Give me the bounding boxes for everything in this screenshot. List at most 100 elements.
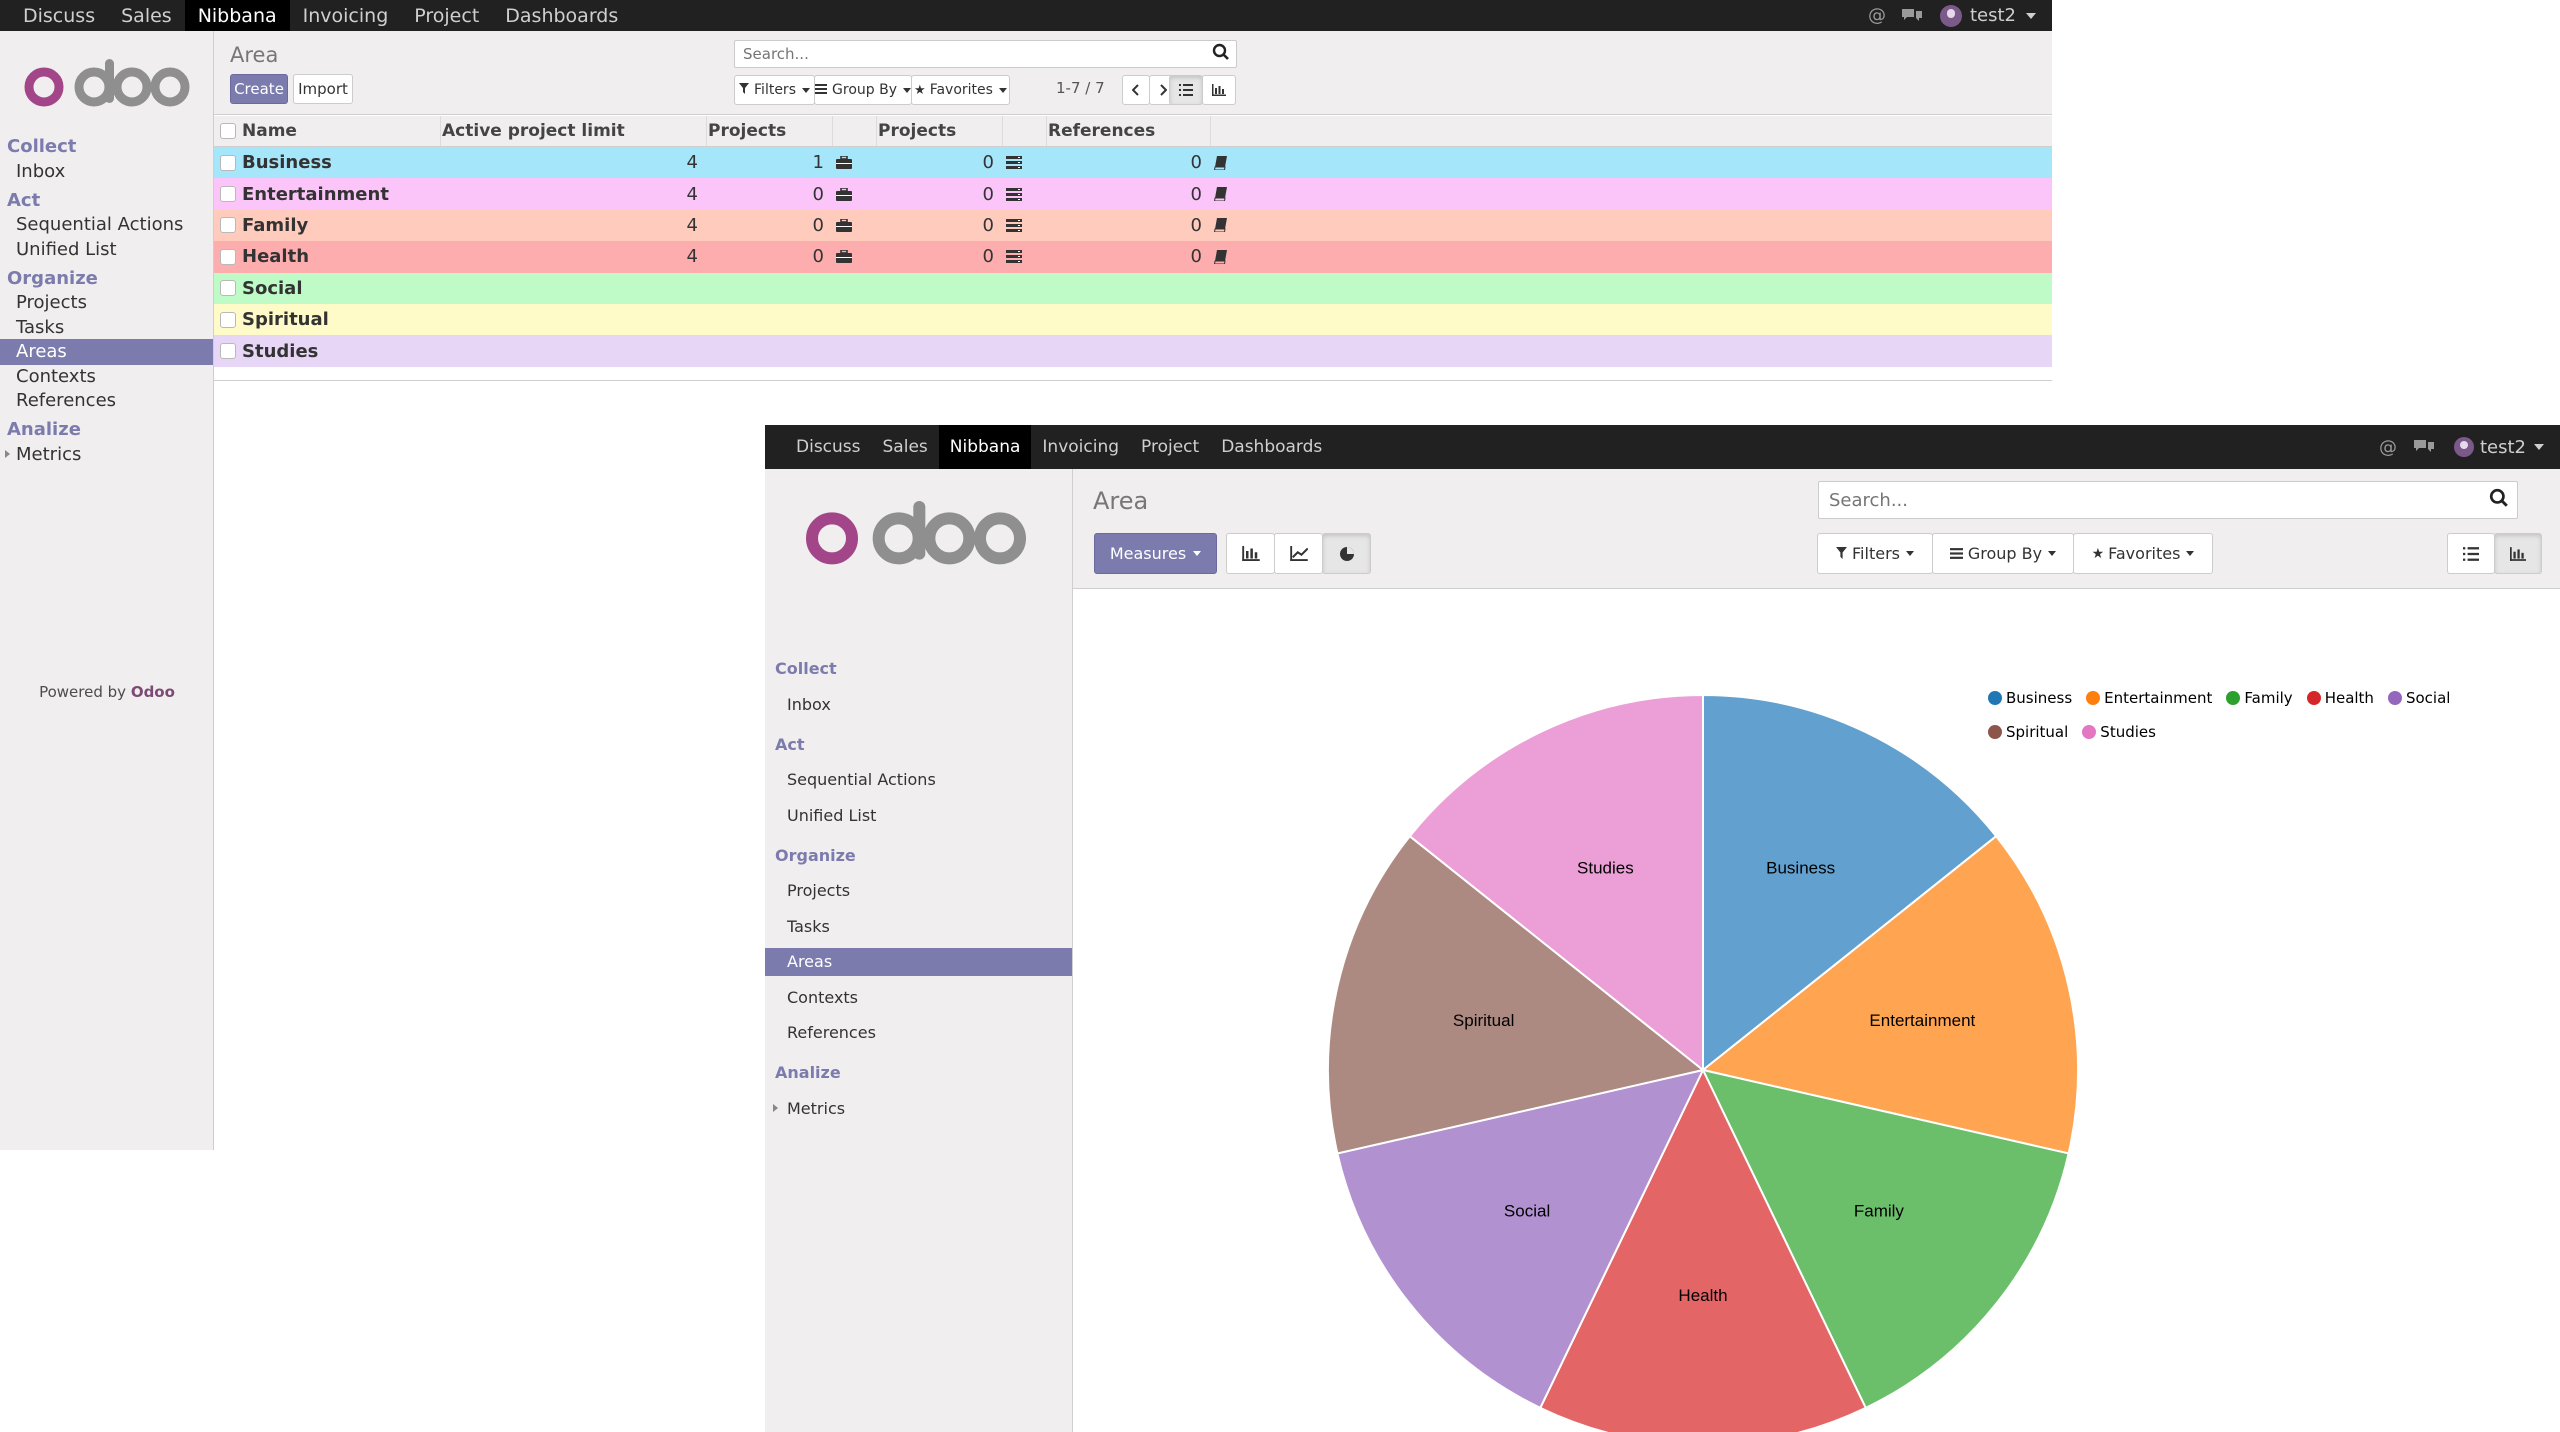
- server-icon[interactable]: [1006, 210, 1050, 241]
- powered-by-brand[interactable]: Odoo: [131, 683, 175, 701]
- server-icon[interactable]: [1006, 147, 1050, 178]
- book-icon[interactable]: [1214, 210, 1254, 241]
- group-by-button[interactable]: Group By: [1932, 533, 2074, 574]
- user-menu[interactable]: test2: [2453, 437, 2544, 458]
- search-input[interactable]: [1829, 489, 2489, 511]
- graph-view-button[interactable]: [1202, 75, 1236, 105]
- slice-label: Social: [1504, 1201, 1550, 1220]
- book-icon[interactable]: [1214, 241, 1254, 272]
- user-menu[interactable]: test2: [1939, 4, 2036, 27]
- column-header[interactable]: Projects: [878, 116, 1000, 146]
- favorites-button[interactable]: ★ Favorites: [2073, 533, 2213, 574]
- menu-item-nibbana[interactable]: Nibbana: [184, 0, 290, 31]
- favorites-button[interactable]: ★ Favorites: [911, 75, 1010, 105]
- table-row[interactable]: Studies: [214, 335, 2052, 367]
- briefcase-icon[interactable]: [836, 241, 880, 272]
- menu-item-project[interactable]: Project: [401, 0, 492, 31]
- book-icon[interactable]: [1214, 178, 1254, 209]
- sidebar-item-areas[interactable]: Areas: [0, 338, 213, 365]
- menu-item-sales[interactable]: Sales: [108, 0, 185, 31]
- bar-chart-mode-button[interactable]: [1226, 533, 1275, 574]
- sidebar-item-contexts[interactable]: Contexts: [0, 363, 213, 389]
- menu-item-project[interactable]: Project: [1130, 425, 1210, 469]
- chevron-right-icon: [1160, 84, 1167, 96]
- menu-item-sales[interactable]: Sales: [872, 425, 939, 469]
- column-header[interactable]: Projects: [708, 116, 830, 146]
- sidebar-item-sequential-actions[interactable]: Sequential Actions: [0, 212, 213, 238]
- at-icon[interactable]: @: [2372, 437, 2404, 458]
- checkbox: [220, 154, 236, 171]
- column-header[interactable]: Name: [242, 116, 438, 146]
- menu-item-dashboards[interactable]: Dashboards: [492, 0, 631, 31]
- sidebar-item-unified-list[interactable]: Unified List: [0, 236, 213, 262]
- select-all-checkbox[interactable]: [220, 116, 236, 146]
- row-checkbox[interactable]: [220, 147, 236, 178]
- chat-icon[interactable]: [1894, 7, 1930, 25]
- table-row[interactable]: Social: [214, 272, 2052, 304]
- at-icon[interactable]: @: [1860, 5, 1894, 26]
- sidebar-item-tasks[interactable]: Tasks: [0, 314, 213, 340]
- book-icon[interactable]: [1214, 147, 1254, 178]
- column-header[interactable]: Active project limit: [442, 116, 704, 146]
- menu-item-dashboards[interactable]: Dashboards: [1210, 425, 1333, 469]
- sidebar-item-contexts[interactable]: Contexts: [765, 983, 1072, 1011]
- table-row[interactable]: Entertainment 4 0 0 0: [214, 178, 2052, 210]
- sidebar-item-metrics[interactable]: Metrics: [0, 441, 213, 467]
- measures-button[interactable]: Measures: [1094, 533, 1217, 574]
- line-chart-mode-button[interactable]: [1274, 533, 1323, 574]
- search-box: [734, 40, 1237, 68]
- search-icon[interactable]: [1212, 43, 1230, 65]
- sidebar-item-references[interactable]: References: [0, 388, 213, 414]
- menu-item-invoicing[interactable]: Invoicing: [1031, 425, 1130, 469]
- graph-content: Area Measures Search... Filters Group By…: [1073, 469, 2560, 1432]
- menu-item-discuss[interactable]: Discuss: [10, 0, 108, 31]
- server-icon[interactable]: [1006, 178, 1050, 209]
- menu-item-discuss[interactable]: Discuss: [785, 425, 872, 469]
- briefcase-icon[interactable]: [836, 210, 880, 241]
- row-checkbox[interactable]: [220, 273, 236, 304]
- row-checkbox[interactable]: [220, 241, 236, 272]
- sidebar-item-unified-list[interactable]: Unified List: [765, 801, 1072, 829]
- pie-chart-mode-button[interactable]: [1322, 533, 1371, 574]
- menu-item-nibbana[interactable]: Nibbana: [938, 425, 1032, 469]
- import-button[interactable]: Import: [293, 74, 353, 104]
- table-row[interactable]: Health 4 0 0 0: [214, 241, 2052, 273]
- chat-icon[interactable]: [2404, 438, 2444, 456]
- table-row[interactable]: Family 4 0 0 0: [214, 209, 2052, 242]
- row-checkbox[interactable]: [220, 304, 236, 335]
- row-checkbox[interactable]: [220, 178, 236, 209]
- row-checkbox[interactable]: [220, 335, 236, 366]
- pager-previous-button[interactable]: [1122, 75, 1150, 105]
- server-icon[interactable]: [1006, 241, 1050, 272]
- list-view-button[interactable]: [2447, 533, 2495, 574]
- sidebar-item-tasks[interactable]: Tasks: [765, 912, 1072, 940]
- table-row[interactable]: Spiritual: [214, 304, 2052, 336]
- sidebar-item-sequential-actions[interactable]: Sequential Actions: [765, 766, 1072, 794]
- filters-button[interactable]: Filters: [1817, 533, 1933, 574]
- column-header[interactable]: References: [1048, 116, 1248, 146]
- briefcase-icon[interactable]: [836, 178, 880, 209]
- chevron-down-icon: [801, 87, 810, 93]
- list-view-button[interactable]: [1169, 75, 1203, 105]
- odoo-logo: [798, 501, 1034, 581]
- menu-item-invoicing[interactable]: Invoicing: [290, 0, 402, 31]
- sidebar-item-inbox[interactable]: Inbox: [0, 158, 213, 184]
- group-by-button[interactable]: Group By: [814, 75, 912, 105]
- graph-view-button[interactable]: [2494, 533, 2542, 574]
- sidebar-item-projects[interactable]: Projects: [0, 290, 213, 316]
- create-button[interactable]: Create: [230, 74, 288, 104]
- briefcase-icon[interactable]: [836, 147, 880, 178]
- sidebar-item-projects[interactable]: Projects: [765, 877, 1072, 905]
- search-input[interactable]: [743, 45, 1212, 63]
- sidebar-item-areas[interactable]: Areas: [765, 947, 1072, 976]
- search-icon[interactable]: [2489, 488, 2509, 512]
- pager-value[interactable]: 1-7 / 7: [1056, 79, 1105, 97]
- sidebar-item-references[interactable]: References: [765, 1019, 1072, 1047]
- row-checkbox[interactable]: [220, 210, 236, 241]
- table-row[interactable]: Business 4 1 0 0: [214, 147, 2052, 179]
- sidebar-item-metrics[interactable]: Metrics: [765, 1094, 1072, 1122]
- cell-projects_b: [878, 304, 994, 335]
- filters-button[interactable]: Filters: [734, 75, 815, 105]
- cell-projects_b: [878, 335, 994, 366]
- sidebar-item-inbox[interactable]: Inbox: [765, 690, 1072, 718]
